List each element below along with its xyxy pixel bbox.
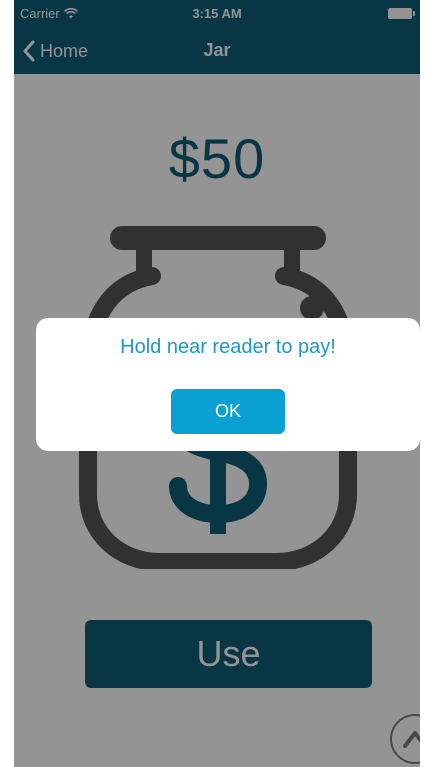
alert-dialog: Hold near reader to pay! OK bbox=[36, 318, 420, 451]
phone-screen: Carrier 3:15 AM Home Jar $50 Use Hold ne… bbox=[14, 0, 420, 767]
alert-message: Hold near reader to pay! bbox=[120, 336, 336, 358]
ok-button[interactable]: OK bbox=[171, 389, 285, 434]
